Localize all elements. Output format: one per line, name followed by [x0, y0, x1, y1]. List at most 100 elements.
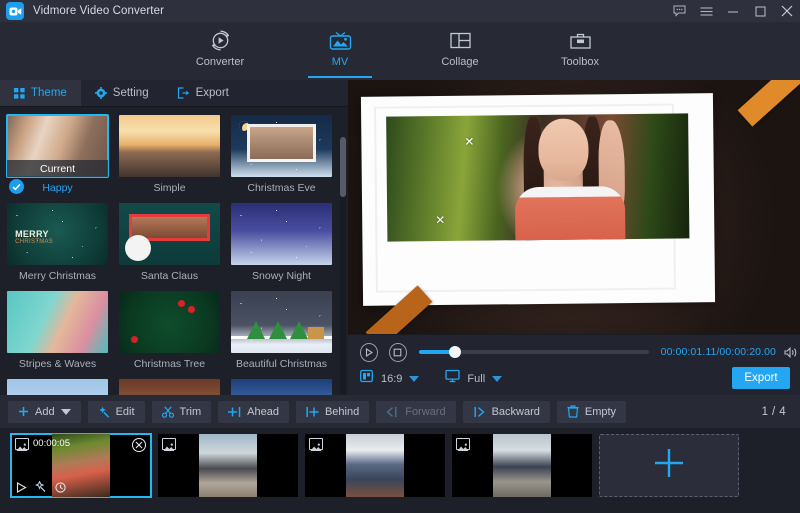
tab-theme[interactable]: Theme: [0, 80, 81, 106]
theme-grid: Current Happy Simple: [7, 115, 347, 395]
comment-icon[interactable]: [672, 4, 686, 18]
theme-item-row4-a[interactable]: [7, 379, 108, 395]
nav-label-toolbox: Toolbox: [561, 56, 599, 68]
theme-item-merry-christmas[interactable]: MERRYCHRISTMAS Merry Christmas: [7, 203, 108, 283]
theme-item-snowy-night[interactable]: Snowy Night: [231, 203, 332, 283]
move-backward-icon: [473, 406, 486, 418]
volume-icon[interactable]: [784, 346, 800, 359]
theme-thumbnail: [119, 203, 220, 265]
theme-item-row4-c[interactable]: [231, 379, 332, 395]
clip-remove-button[interactable]: [132, 438, 146, 452]
empty-button[interactable]: Empty: [557, 401, 626, 423]
theme-item-stripes-waves[interactable]: Stripes & Waves: [7, 291, 108, 371]
timeline-clip[interactable]: [452, 434, 592, 497]
nav-item-mv[interactable]: MV: [300, 27, 380, 73]
theme-name: Santa Claus: [119, 269, 220, 283]
backward-button-label: Backward: [492, 406, 540, 418]
theme-thumbnail: [119, 115, 220, 177]
ahead-button[interactable]: Ahead: [218, 401, 289, 423]
theme-item-christmas-tree[interactable]: Christmas Tree: [119, 291, 220, 371]
theme-thumbnail: [119, 379, 220, 395]
tab-setting[interactable]: Setting: [81, 80, 163, 106]
behind-button[interactable]: Behind: [296, 401, 369, 423]
theme-thumbnail: [231, 203, 332, 265]
theme-name: Stripes & Waves: [7, 357, 108, 371]
seek-slider[interactable]: [419, 350, 649, 354]
theme-item-christmas-eve[interactable]: Christmas Eve: [231, 115, 332, 195]
timecode-display: 00:00:01.11/00:00:20.00: [661, 346, 776, 358]
add-clip-button[interactable]: [599, 434, 739, 497]
behind-button-label: Behind: [325, 406, 359, 418]
theme-item-beautiful-christmas[interactable]: Beautiful Christmas: [231, 291, 332, 371]
nav-label-collage: Collage: [441, 56, 478, 68]
insert-ahead-icon: [228, 406, 241, 418]
monitor-icon: [445, 369, 460, 388]
clip-thumbnail: [493, 434, 551, 497]
theme-thumbnail: [231, 291, 332, 353]
maximize-icon[interactable]: [753, 4, 767, 18]
video-preview[interactable]: ✕ ✕: [348, 80, 800, 334]
theme-item-simple[interactable]: Simple: [119, 115, 220, 195]
nav-item-toolbox[interactable]: Toolbox: [540, 27, 620, 73]
image-icon: [162, 438, 176, 450]
theme-thumbnail: [231, 379, 332, 395]
aspect-ratio-selector[interactable]: 16:9: [360, 369, 419, 388]
clip-clock-icon[interactable]: [55, 482, 66, 493]
export-button[interactable]: Export: [732, 367, 790, 389]
collage-icon: [448, 27, 473, 53]
minimize-icon[interactable]: [726, 4, 740, 18]
theme-name: Simple: [119, 181, 220, 195]
timeline-clip[interactable]: [158, 434, 298, 497]
nav-item-collage[interactable]: Collage: [420, 27, 500, 73]
image-icon: [309, 438, 323, 450]
theme-gallery: Current Happy Simple: [0, 107, 348, 395]
gear-icon: [95, 87, 107, 99]
nav-item-converter[interactable]: Converter: [180, 27, 260, 73]
tab-label-export: Export: [196, 87, 229, 99]
clip-thumbnail: [199, 434, 257, 497]
hamburger-menu-icon[interactable]: [699, 4, 713, 18]
tab-export[interactable]: Export: [163, 80, 243, 106]
title-bar: Vidmore Video Converter: [0, 0, 800, 22]
clip-timeline: 00:00:05: [0, 428, 800, 513]
timeline-clip[interactable]: 00:00:05: [11, 434, 151, 497]
theme-selected-check-icon: [9, 179, 24, 194]
page-indicator: 1 / 4: [762, 406, 786, 418]
theme-gallery-scrollbar[interactable]: [340, 137, 346, 395]
insert-behind-icon: [306, 406, 319, 418]
forward-button[interactable]: Forward: [376, 401, 455, 423]
main-navigation: Converter MV C: [0, 22, 800, 80]
seek-handle[interactable]: [449, 346, 461, 358]
stop-button[interactable]: [389, 343, 407, 362]
theme-item-happy[interactable]: Current Happy: [7, 115, 108, 195]
edit-button-label: Edit: [116, 406, 135, 418]
trim-button-label: Trim: [180, 406, 202, 418]
aspect-ratio-icon: [360, 369, 374, 388]
nav-label-mv: MV: [332, 56, 349, 68]
converter-icon: [208, 27, 233, 53]
theme-item-santa-claus[interactable]: Santa Claus: [119, 203, 220, 283]
backward-button[interactable]: Backward: [463, 401, 550, 423]
chevron-down-icon[interactable]: [61, 409, 71, 415]
nav-label-converter: Converter: [196, 56, 244, 68]
theme-thumbnail: [7, 291, 108, 353]
trim-button[interactable]: Trim: [152, 401, 212, 423]
close-icon[interactable]: [780, 4, 794, 18]
play-button[interactable]: [360, 343, 378, 362]
app-logo-icon: [6, 2, 24, 20]
theme-thumbnail: Current: [7, 115, 108, 177]
add-button[interactable]: Add: [8, 401, 81, 423]
mv-tv-icon: [328, 27, 353, 53]
screen-mode-selector[interactable]: Full: [445, 369, 502, 388]
edit-button[interactable]: Edit: [88, 401, 145, 423]
scrollbar-thumb[interactable]: [340, 137, 346, 197]
theme-item-row4-b[interactable]: [119, 379, 220, 395]
chevron-down-icon[interactable]: [492, 376, 502, 382]
clip-play-icon[interactable]: [16, 482, 27, 493]
clip-magic-wand-icon[interactable]: [35, 481, 47, 493]
display-options-row: 16:9 Full Export: [348, 365, 800, 392]
tab-label-setting: Setting: [113, 87, 149, 99]
window-controls: [672, 0, 794, 22]
chevron-down-icon[interactable]: [409, 376, 419, 382]
timeline-clip[interactable]: [305, 434, 445, 497]
